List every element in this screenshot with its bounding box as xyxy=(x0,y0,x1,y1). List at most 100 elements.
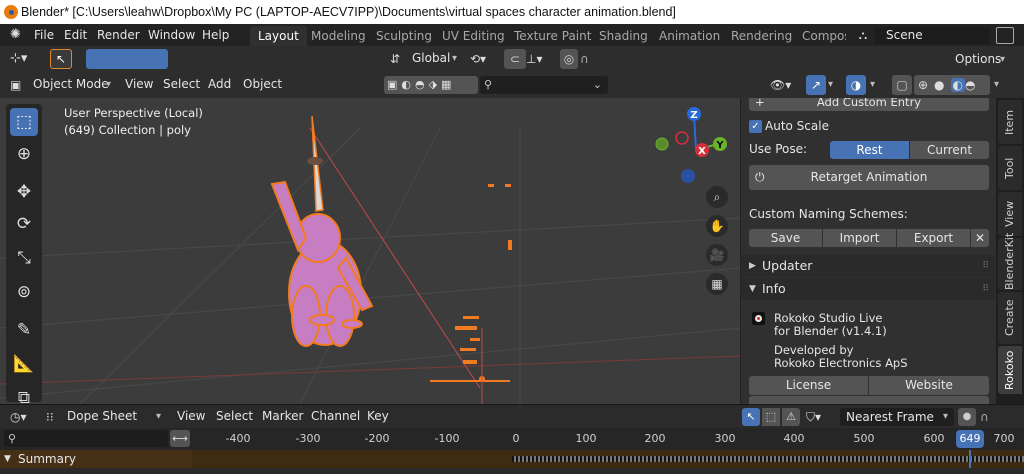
visibility-icon[interactable]: 👁▾ xyxy=(770,75,796,95)
save-scheme-button[interactable]: Save xyxy=(749,229,822,247)
select-mode-icons[interactable] xyxy=(86,49,168,69)
menu-object[interactable]: Object xyxy=(243,75,282,94)
annotate-icon[interactable]: ✎ xyxy=(10,316,38,344)
mode-dropdown[interactable]: Object Mode xyxy=(33,75,109,94)
menu-select[interactable]: Select xyxy=(163,75,200,94)
drag-handle-icon[interactable]: ⠿ xyxy=(982,255,989,277)
tab-layout[interactable]: Layout xyxy=(250,26,307,46)
proportional-edit-icon[interactable]: ● xyxy=(958,408,976,426)
rest-pose-button[interactable]: Rest xyxy=(830,141,909,159)
scene-selector[interactable]: Scene xyxy=(874,27,990,44)
channel-search-field[interactable]: ⚲ xyxy=(4,430,168,447)
move-icon[interactable]: ✥ xyxy=(10,178,38,206)
tab-view[interactable]: View xyxy=(998,192,1022,236)
tab-sculpting[interactable]: Sculpting xyxy=(368,26,440,46)
scale-icon[interactable]: ⤡ xyxy=(10,244,38,272)
3d-viewport[interactable]: User Perspective (Local) (649) Collectio… xyxy=(0,98,740,404)
menu-view[interactable]: View xyxy=(125,75,153,94)
license-button[interactable]: License xyxy=(749,376,868,395)
website-button[interactable]: Website xyxy=(869,376,989,395)
search-field[interactable]: ⚲ ⌄ xyxy=(480,76,608,94)
clock-icon[interactable]: ◷▾ xyxy=(10,408,38,426)
navigation-gizmo[interactable]: Z Y X xyxy=(654,104,734,184)
updater-section-header[interactable]: ▶ Updater ⠿ xyxy=(741,255,995,277)
only-selected-icon[interactable]: ↖ xyxy=(742,408,760,426)
summary-channel[interactable]: ▼ Summary xyxy=(0,450,192,468)
select-tool-icon[interactable]: ↖ xyxy=(50,49,72,69)
falloff-icon[interactable]: ∩ xyxy=(980,408,1004,426)
menu-file[interactable]: File xyxy=(34,24,54,46)
timeline-ruler[interactable]: ⚲ ⟷ -400 -300 -200 -100 0 100 200 300 40… xyxy=(0,428,1024,450)
menu-edit[interactable]: Edit xyxy=(64,24,87,46)
transform-orientation-icon[interactable]: ⇵ xyxy=(390,49,408,69)
options-dropdown[interactable]: Options xyxy=(955,50,1001,69)
tab-shading[interactable]: Shading xyxy=(591,26,656,46)
editor-type-icon[interactable]: ▣ xyxy=(10,75,26,95)
camera-view-icon[interactable]: 🎥 xyxy=(706,244,728,266)
tab-compositing[interactable]: Compos xyxy=(794,26,846,46)
snap-target-icon[interactable]: ⊥▾ xyxy=(526,49,554,69)
tab-blenderkit[interactable]: BlenderKit xyxy=(998,233,1022,290)
dopesheet-menu-key[interactable]: Key xyxy=(367,407,389,426)
perspective-toggle-icon[interactable]: ▦ xyxy=(706,273,728,295)
info-section-header[interactable]: ▼ Info ⠿ xyxy=(741,278,995,300)
current-frame-indicator[interactable]: 649 xyxy=(956,430,984,448)
pivot-point-icon[interactable]: ⟲▾ xyxy=(470,49,498,69)
blender-menu-icon[interactable]: ✺ xyxy=(10,28,26,42)
documentation-button[interactable] xyxy=(749,396,989,404)
measure-icon[interactable]: 📐 xyxy=(10,350,38,378)
transform-pivot-icon[interactable]: ⊹▾ xyxy=(10,49,40,69)
snap-mode-dropdown[interactable]: Nearest Frame ▾ xyxy=(840,408,954,426)
shading-mode-icons[interactable]: ⊕● ◐ ◓ xyxy=(914,75,990,95)
filter-icon[interactable]: ⛉▾ xyxy=(806,408,834,426)
tab-modeling[interactable]: Modeling xyxy=(303,26,374,46)
dopesheet-menu-marker[interactable]: Marker xyxy=(262,407,303,426)
info-label: Info xyxy=(762,281,786,296)
frame-tick: -300 xyxy=(295,432,321,445)
scene-icon[interactable]: ⛬ xyxy=(851,27,875,44)
tab-rokoko[interactable]: Rokoko xyxy=(998,346,1022,394)
export-scheme-button[interactable]: Export xyxy=(897,229,970,247)
cursor-icon[interactable]: ⊕ xyxy=(10,140,38,168)
tab-tool[interactable]: Tool xyxy=(998,146,1022,190)
dopesheet-menu-select[interactable]: Select xyxy=(216,407,253,426)
tab-texture-paint[interactable]: Texture Paint xyxy=(506,26,599,46)
menu-window[interactable]: Window xyxy=(148,24,195,46)
tab-item[interactable]: Item xyxy=(998,100,1022,144)
import-scheme-button[interactable]: Import xyxy=(823,229,896,247)
retarget-animation-button[interactable]: ⏻ Retarget Animation xyxy=(749,165,989,190)
overlay-filter-icons[interactable]: ▣◐◓⬗▦ xyxy=(384,76,478,94)
menu-render[interactable]: Render xyxy=(97,24,140,46)
new-scene-icon[interactable] xyxy=(996,27,1014,44)
add-custom-entry-button[interactable]: + Add Custom Entry xyxy=(749,98,989,111)
swap-width-icon[interactable]: ⟷ xyxy=(170,430,190,447)
drag-handle-icon[interactable]: ⠿ xyxy=(982,278,989,300)
tab-uv-editing[interactable]: UV Editing xyxy=(434,26,513,46)
close-icon[interactable]: ✕ xyxy=(971,229,989,247)
gizmo-toggle-icon[interactable]: ↗ xyxy=(806,75,826,95)
dopesheet-mode-dropdown[interactable]: Dope Sheet xyxy=(67,407,137,426)
auto-scale-checkbox[interactable]: ✓ xyxy=(749,120,762,133)
pan-hand-icon[interactable]: ✋ xyxy=(706,215,728,237)
tab-rendering[interactable]: Rendering xyxy=(723,26,800,46)
dopesheet-menu-view[interactable]: View xyxy=(177,407,205,426)
menu-help[interactable]: Help xyxy=(202,24,229,46)
transform-orientation-dropdown[interactable]: Global xyxy=(412,49,450,68)
character-mesh[interactable] xyxy=(270,115,374,347)
select-box-icon[interactable]: ⬚ xyxy=(10,108,38,136)
tab-create[interactable]: Create xyxy=(998,292,1022,344)
zoom-icon[interactable]: ⌕ xyxy=(706,186,728,208)
current-pose-button[interactable]: Current xyxy=(910,141,989,159)
transform-icon[interactable]: ⊚ xyxy=(10,278,38,306)
dopesheet-menu-channel[interactable]: Channel xyxy=(311,407,360,426)
snap-icon[interactable]: ⊂ xyxy=(504,49,526,69)
xray-toggle-icon[interactable]: ▢ xyxy=(892,75,912,95)
tab-animation[interactable]: Animation xyxy=(651,26,728,46)
overlays-toggle-icon[interactable]: ◑ xyxy=(846,75,866,95)
show-hidden-icon[interactable]: ⬚ xyxy=(762,408,780,426)
proportional-edit-icon[interactable]: ◎ xyxy=(560,49,578,69)
only-errors-icon[interactable]: ⚠ xyxy=(782,408,800,426)
rotate-icon[interactable]: ⟳ xyxy=(10,210,38,238)
falloff-icon[interactable]: ∩ xyxy=(580,49,604,69)
menu-add[interactable]: Add xyxy=(208,75,231,94)
